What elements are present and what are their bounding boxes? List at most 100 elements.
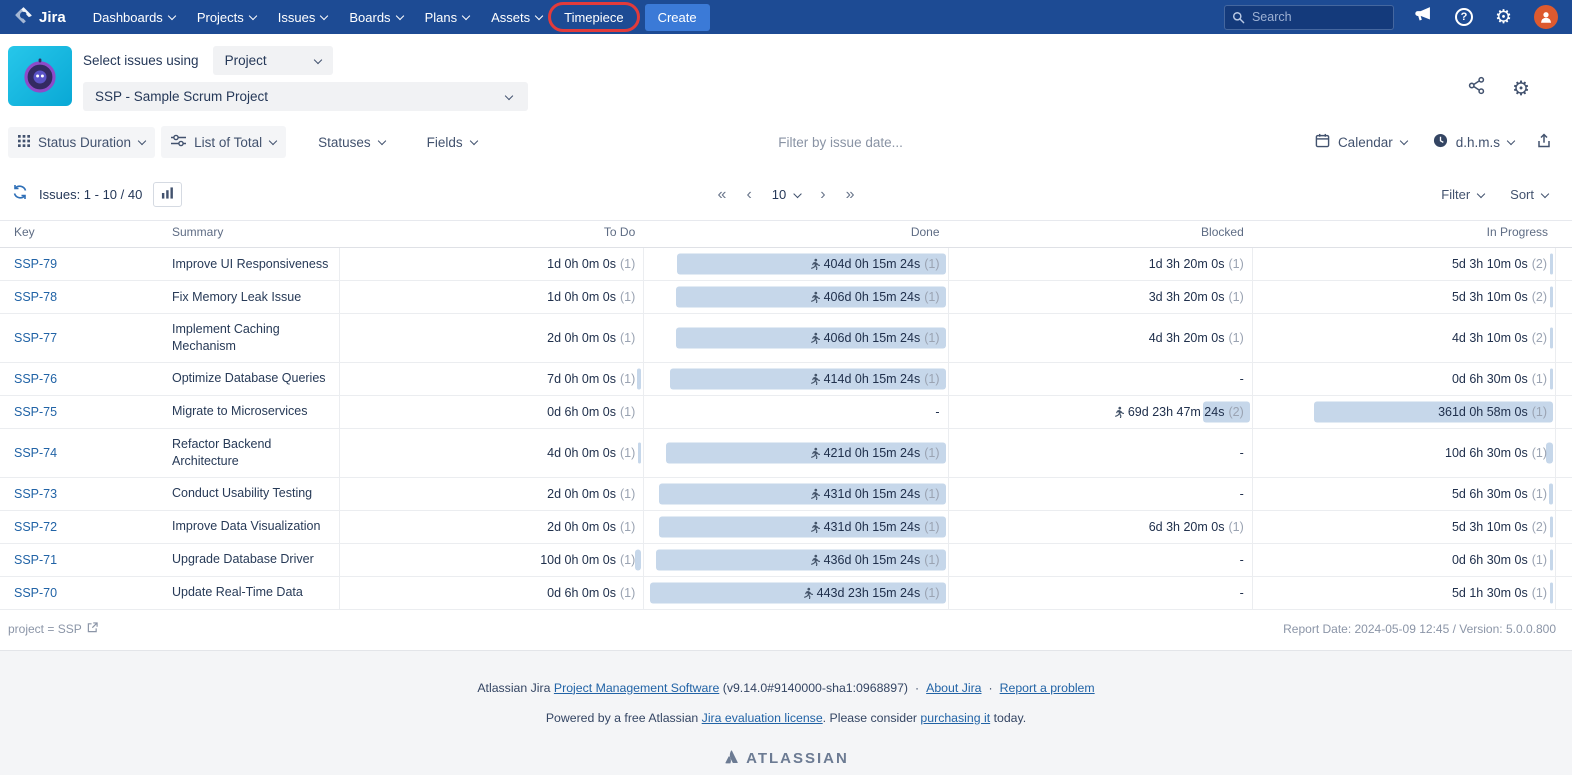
duration-count: (2) <box>1228 405 1243 419</box>
fields-dropdown[interactable]: Fields <box>417 127 487 158</box>
duration-bar <box>1550 287 1553 308</box>
summary-cell: Optimize Database Queries <box>164 363 339 395</box>
share-icon[interactable] <box>1467 76 1486 100</box>
pms-link[interactable]: Project Management Software <box>554 681 719 695</box>
duration-value: 69d 23h 47m 24s <box>1128 405 1225 419</box>
external-link-icon[interactable] <box>87 622 98 636</box>
blocked-cell: - <box>948 544 1252 576</box>
duration-text: 1d 0h 0m 0s(1) <box>547 290 635 304</box>
report-type-dropdown[interactable]: Status Duration <box>8 127 155 158</box>
key-cell: SSP-71 <box>0 544 164 576</box>
report-problem-link[interactable]: Report a problem <box>1000 681 1095 695</box>
announcements-icon[interactable] <box>1414 6 1433 28</box>
time-format-dropdown[interactable]: d.h.m.s <box>1423 125 1524 159</box>
duration-value: 5d 6h 30m 0s <box>1452 487 1528 501</box>
issue-key-link[interactable]: SSP-73 <box>14 487 57 501</box>
issues-count-label: Issues: 1 - 10 / 40 <box>39 187 142 202</box>
last-page-button[interactable]: » <box>846 187 855 203</box>
issue-source-dropdown[interactable]: Project <box>213 46 333 75</box>
table-row: SSP-75Migrate to Microservices0d 6h 0m 0… <box>0 396 1572 429</box>
table-row: SSP-70Update Real-Time Data0d 6h 0m 0s(1… <box>0 577 1572 610</box>
chevron-down-icon <box>535 12 543 20</box>
done-cell: 431d 0h 15m 24s(1) <box>643 478 947 510</box>
issue-table-body: SSP-79Improve UI Responsiveness1d 0h 0m … <box>0 248 1572 610</box>
nav-item-plans[interactable]: Plans <box>414 0 481 34</box>
refresh-icon[interactable] <box>12 184 28 205</box>
issue-key-link[interactable]: SSP-71 <box>14 553 57 567</box>
issue-key-link[interactable]: SSP-70 <box>14 586 57 600</box>
evaluation-license-link[interactable]: Jira evaluation license <box>702 711 823 725</box>
issue-key-link[interactable]: SSP-78 <box>14 290 57 304</box>
duration-count: (1) <box>1228 257 1243 271</box>
duration-value: 5d 3h 10m 0s <box>1452 257 1528 271</box>
first-page-button[interactable]: « <box>718 187 727 203</box>
filter-dropdown[interactable]: Filter <box>1433 183 1492 206</box>
report-settings-icon[interactable]: ⚙ <box>1512 78 1530 98</box>
duration-bar <box>1550 254 1553 275</box>
nav-item-projects[interactable]: Projects <box>186 0 267 34</box>
project-dropdown[interactable]: SSP - Sample Scrum Project <box>83 82 528 111</box>
search-input[interactable] <box>1224 5 1394 30</box>
duration-count: (1) <box>924 520 939 534</box>
issue-key-link[interactable]: SSP-75 <box>14 405 57 419</box>
page-size-dropdown[interactable]: 10 <box>772 187 800 202</box>
jira-logo[interactable]: Jira <box>10 6 82 29</box>
nav-item-issues[interactable]: Issues <box>267 0 339 34</box>
nav-item-assets[interactable]: Assets <box>480 0 553 34</box>
duration-value: 0d 6h 0m 0s <box>547 405 616 419</box>
report-type-label: Status Duration <box>38 135 131 150</box>
issue-key-link[interactable]: SSP-76 <box>14 372 57 386</box>
runner-icon <box>808 332 820 344</box>
settings-icon[interactable]: ⚙ <box>1495 8 1512 27</box>
purchasing-link[interactable]: purchasing it <box>920 711 990 725</box>
todo-cell: 0d 6h 0m 0s(1) <box>339 396 643 428</box>
issue-key-link[interactable]: SSP-77 <box>14 331 57 345</box>
duration-value: 4d 0h 0m 0s <box>547 446 616 460</box>
prev-page-button[interactable]: ‹ <box>746 187 751 203</box>
about-jira-link[interactable]: About Jira <box>926 681 981 695</box>
done-cell: 414d 0h 15m 24s(1) <box>643 363 947 395</box>
issue-key-link[interactable]: SSP-72 <box>14 520 57 534</box>
duration-value: 1d 0h 0m 0s <box>547 257 616 271</box>
statuses-dropdown[interactable]: Statuses <box>308 127 395 158</box>
issue-key-link[interactable]: SSP-79 <box>14 257 57 271</box>
pagination-bar: Issues: 1 - 10 / 40 « ‹ 10 › » Filter So… <box>0 169 1572 221</box>
todo-cell: 7d 0h 0m 0s(1) <box>339 363 643 395</box>
duration-value: - <box>1240 487 1244 501</box>
table-footer: project = SSP Report Date: 2024-05-09 12… <box>0 610 1572 650</box>
duration-count: (1) <box>1532 405 1547 419</box>
chevron-down-icon <box>469 137 477 145</box>
duration-count: (1) <box>620 487 635 501</box>
done-cell: 431d 0h 15m 24s(1) <box>643 511 947 543</box>
nav-item-boards[interactable]: Boards <box>338 0 413 34</box>
grid-icon <box>18 135 30 150</box>
duration-text: 421d 0h 15m 24s(1) <box>808 446 940 460</box>
nav-item-dashboards[interactable]: Dashboards <box>82 0 186 34</box>
next-page-button[interactable]: › <box>820 187 825 203</box>
summary-cell: Upgrade Database Driver <box>164 544 339 576</box>
column-header-done: Done <box>643 221 947 247</box>
duration-text: 2d 0h 0m 0s(1) <box>547 331 635 345</box>
chevron-down-icon <box>1507 137 1515 145</box>
brand-label: Jira <box>39 9 66 26</box>
duration-text: - <box>1240 372 1244 386</box>
todo-cell: 1d 0h 0m 0s(1) <box>339 281 643 313</box>
help-icon[interactable]: ? <box>1455 8 1473 26</box>
issue-date-filter-input[interactable] <box>778 135 1013 150</box>
export-button[interactable] <box>1530 127 1558 158</box>
issue-key-link[interactable]: SSP-74 <box>14 446 57 460</box>
chart-view-button[interactable] <box>153 182 182 207</box>
duration-value: 0d 6h 0m 0s <box>547 586 616 600</box>
create-button[interactable]: Create <box>645 4 710 31</box>
nav-item-timepiece[interactable]: Timepiece <box>553 0 634 34</box>
calendar-dropdown[interactable]: Calendar <box>1305 125 1417 159</box>
sort-dropdown[interactable]: Sort <box>1502 183 1556 206</box>
list-mode-dropdown[interactable]: List of Total <box>161 126 286 158</box>
duration-value: 10d 6h 30m 0s <box>1445 446 1528 460</box>
duration-text: - <box>1240 586 1244 600</box>
summary-cell: Fix Memory Leak Issue <box>164 281 339 313</box>
duration-bar <box>1550 549 1553 570</box>
summary-cell: Conduct Usability Testing <box>164 478 339 510</box>
user-avatar[interactable] <box>1534 5 1558 29</box>
nav-item-label: Assets <box>491 10 530 25</box>
